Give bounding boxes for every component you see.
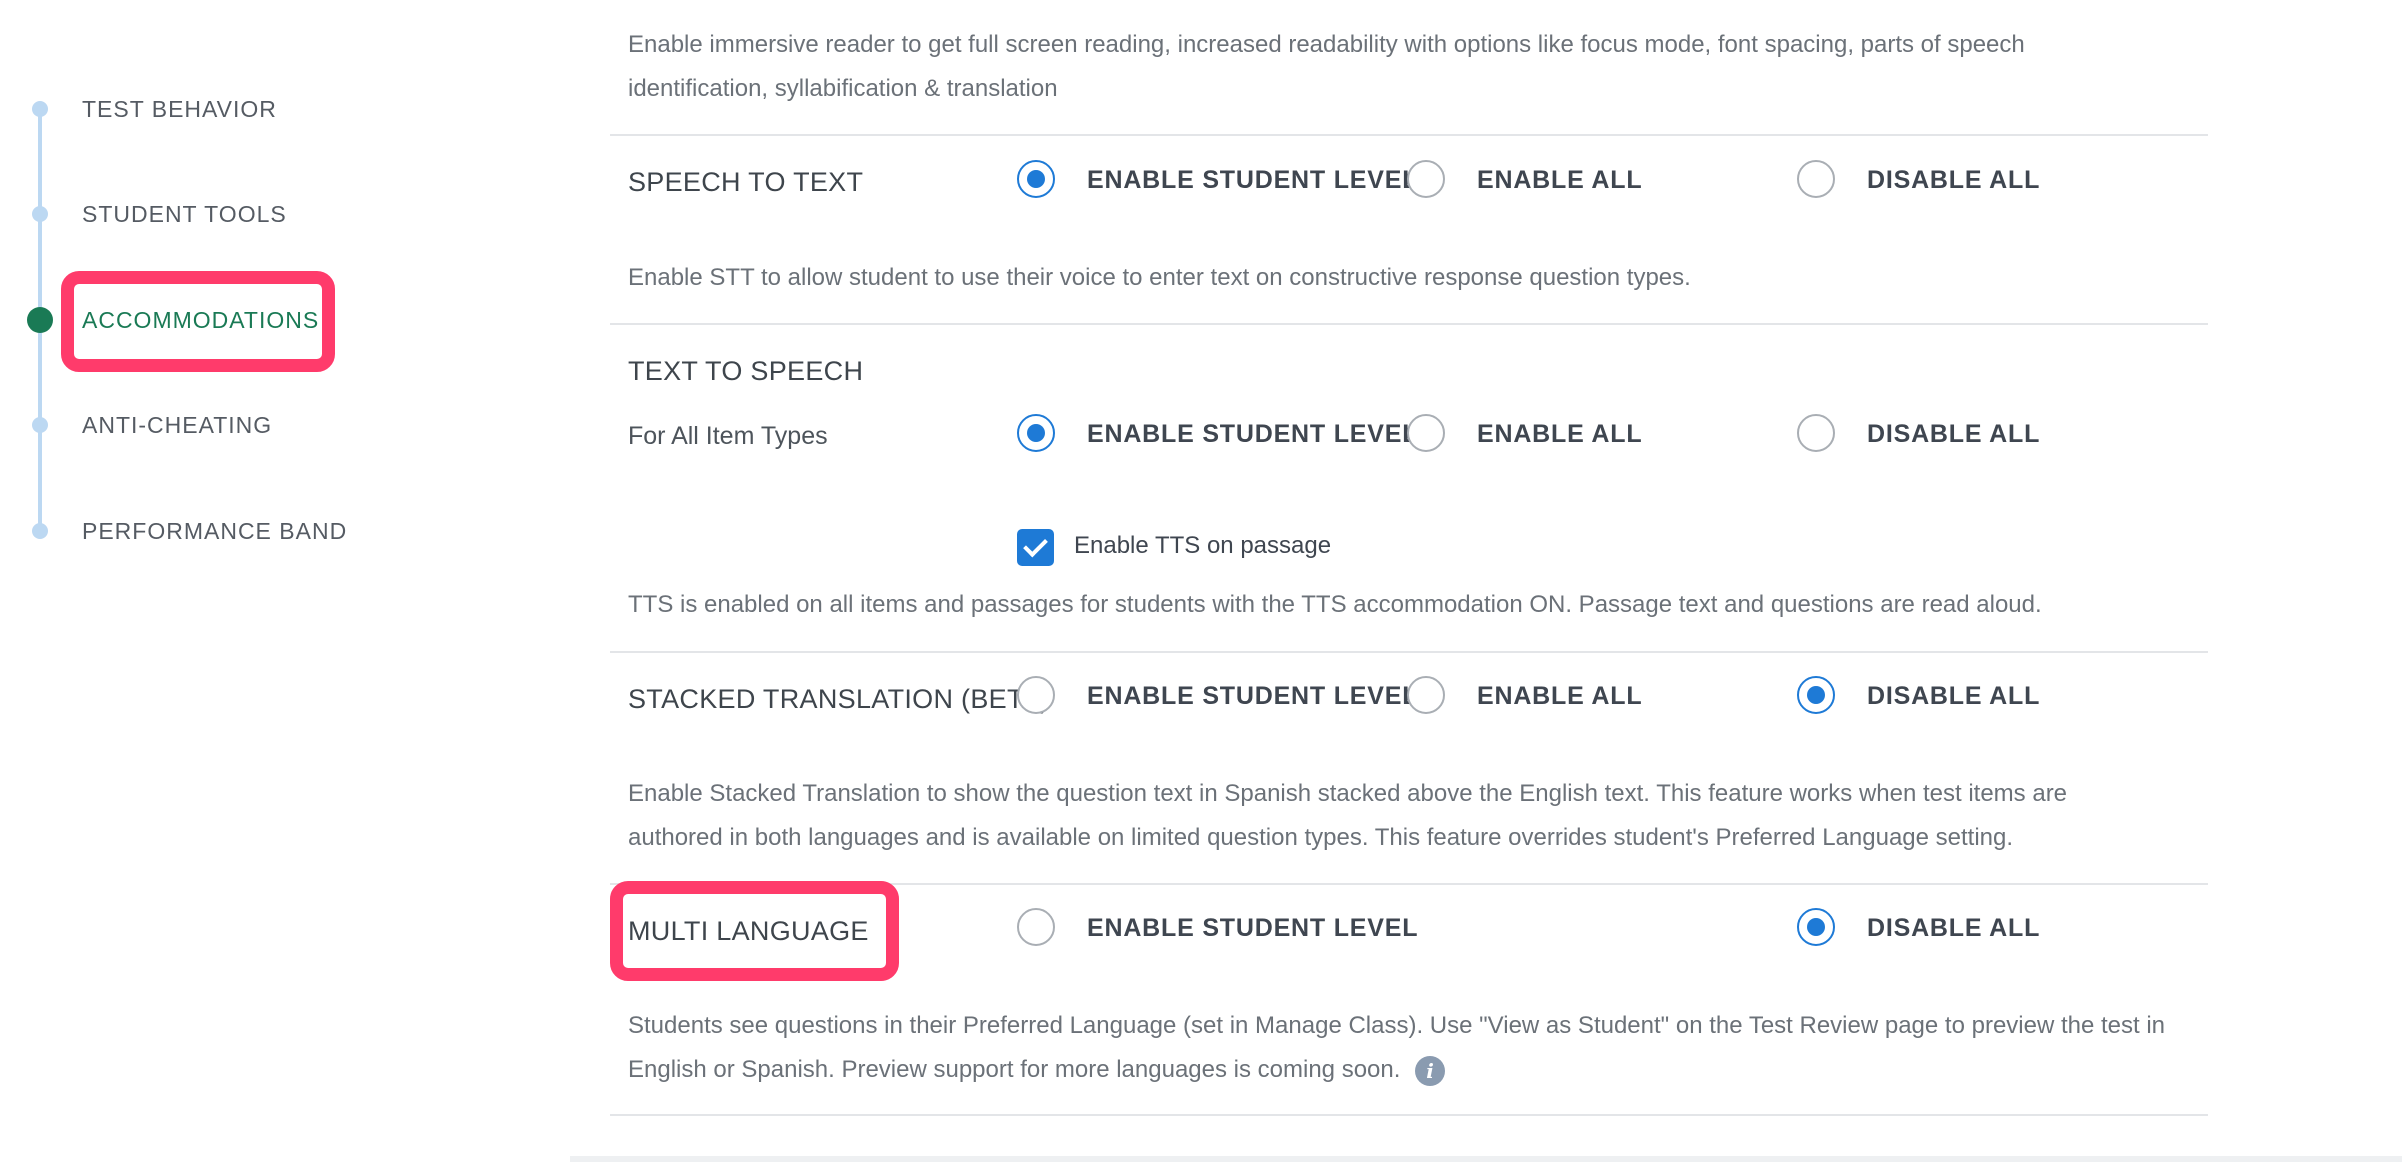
tts-sub-label: For All Item Types xyxy=(628,422,828,450)
radio-unchecked-icon[interactable] xyxy=(1017,908,1055,946)
radio-checked-icon[interactable] xyxy=(1017,414,1055,452)
radio-label: DISABLE ALL xyxy=(1867,682,2041,710)
bottom-divider xyxy=(570,1156,2402,1162)
multi-language-title: MULTI LANGUAGE xyxy=(628,916,869,946)
sidebar-item-label: PERFORMANCE BAND xyxy=(82,518,348,544)
radio-label: ENABLE ALL xyxy=(1477,166,1643,194)
radio-label: ENABLE STUDENT LEVEL xyxy=(1087,166,1419,194)
speech-to-text-title: SPEECH TO TEXT xyxy=(628,167,864,197)
sidebar-item-anti-cheating[interactable]: ANTI-CHEATING xyxy=(0,395,340,455)
nav-dot-icon xyxy=(32,101,48,117)
immersive-reader-description: Enable immersive reader to get full scre… xyxy=(628,31,2025,102)
multi-language-description-text: Students see questions in their Preferre… xyxy=(628,1012,2166,1083)
stacked-translation-description: Enable Stacked Translation to show the q… xyxy=(628,780,2068,851)
sidebar-item-label: STUDENT TOOLS xyxy=(82,201,287,227)
radio-label: ENABLE STUDENT LEVEL xyxy=(1087,914,1419,942)
tts-passage-checkbox-label[interactable]: Enable TTS on passage xyxy=(1074,532,1331,560)
radio-checked-icon[interactable] xyxy=(1797,676,1835,714)
nav-dot-icon xyxy=(32,523,48,539)
radio-label: ENABLE STUDENT LEVEL xyxy=(1087,682,1419,710)
radio-unchecked-icon[interactable] xyxy=(1017,676,1055,714)
tts-passage-checkbox[interactable] xyxy=(1017,529,1054,566)
text-to-speech-description: TTS is enabled on all items and passages… xyxy=(628,591,2042,618)
nav-dot-icon xyxy=(32,206,48,222)
radio-unchecked-icon[interactable] xyxy=(1407,676,1445,714)
nav-dot-active-icon xyxy=(27,307,53,333)
radio-unchecked-icon[interactable] xyxy=(1407,160,1445,198)
sidebar-item-performance-band[interactable]: PERFORMANCE BAND xyxy=(0,501,346,561)
radio-checked-icon[interactable] xyxy=(1797,908,1835,946)
sidebar-item-label: ACCOMMODATIONS xyxy=(82,307,320,333)
radio-label: DISABLE ALL xyxy=(1867,166,2041,194)
radio-label: ENABLE STUDENT LEVEL xyxy=(1087,420,1419,448)
sidebar-item-accommodations[interactable]: ACCOMMODATIONS xyxy=(0,290,340,350)
text-to-speech-title: TEXT TO SPEECH xyxy=(628,356,864,386)
sidebar-item-test-behavior[interactable]: TEST BEHAVIOR xyxy=(0,79,340,139)
multi-language-description: Students see questions in their Preferre… xyxy=(628,1004,2168,1092)
radio-label: DISABLE ALL xyxy=(1867,420,2041,448)
sidebar-item-student-tools[interactable]: STUDENT TOOLS xyxy=(0,184,340,244)
radio-checked-icon[interactable] xyxy=(1017,160,1055,198)
info-icon[interactable]: i xyxy=(1415,1055,1446,1086)
stacked-translation-title: STACKED TRANSLATION (BETA) xyxy=(628,684,1050,714)
radio-label: ENABLE ALL xyxy=(1477,420,1643,448)
nav-dot-icon xyxy=(32,417,48,433)
sidebar-item-label: ANTI-CHEATING xyxy=(82,412,273,438)
radio-unchecked-icon[interactable] xyxy=(1797,414,1835,452)
radio-label: DISABLE ALL xyxy=(1867,914,2041,942)
sidebar-item-label: TEST BEHAVIOR xyxy=(82,96,277,122)
radio-label: ENABLE ALL xyxy=(1477,682,1643,710)
radio-unchecked-icon[interactable] xyxy=(1797,160,1835,198)
radio-unchecked-icon[interactable] xyxy=(1407,414,1445,452)
speech-to-text-description: Enable STT to allow student to use their… xyxy=(628,264,1691,291)
